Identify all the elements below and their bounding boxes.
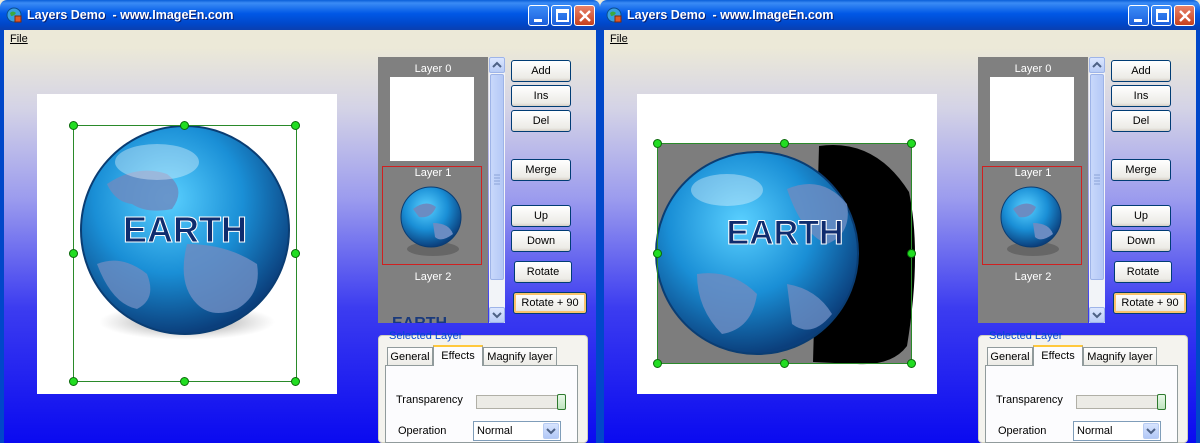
menu-file[interactable]: File bbox=[610, 33, 628, 45]
transparency-slider[interactable] bbox=[476, 395, 562, 409]
layer-selection-box[interactable] bbox=[73, 125, 297, 382]
up-button[interactable]: Up bbox=[511, 205, 571, 227]
operation-select[interactable]: Normal bbox=[1073, 421, 1161, 441]
rotate-90-button[interactable]: Rotate + 90 bbox=[1113, 292, 1187, 314]
resize-handle[interactable] bbox=[907, 139, 916, 148]
operation-select[interactable]: Normal bbox=[473, 421, 561, 441]
image-canvas[interactable]: EARTH bbox=[37, 94, 337, 394]
resize-handle[interactable] bbox=[780, 359, 789, 368]
layer-selection-box[interactable] bbox=[657, 143, 912, 364]
menu-bar: File bbox=[4, 30, 596, 48]
layer-label[interactable]: Layer 0 bbox=[978, 63, 1088, 75]
up-button[interactable]: Up bbox=[1111, 205, 1171, 227]
resize-handle[interactable] bbox=[653, 249, 662, 258]
scroll-thumb[interactable] bbox=[1090, 74, 1104, 280]
scroll-down-button[interactable] bbox=[489, 307, 505, 323]
resize-handle[interactable] bbox=[69, 121, 78, 130]
operation-label: Operation bbox=[398, 425, 447, 437]
resize-handle[interactable] bbox=[291, 121, 300, 130]
tab-magnify-layer[interactable]: Magnify layer bbox=[483, 347, 557, 365]
add-button[interactable]: Add bbox=[511, 60, 571, 82]
maximize-button[interactable] bbox=[551, 5, 572, 26]
ins-button[interactable]: Ins bbox=[511, 85, 571, 107]
resize-handle[interactable] bbox=[69, 377, 78, 386]
scroll-down-button[interactable] bbox=[1089, 307, 1105, 323]
layers-scrollbar[interactable] bbox=[489, 57, 505, 323]
menu-bar: File bbox=[604, 30, 1196, 48]
layer-1-thumbnail[interactable] bbox=[991, 179, 1075, 263]
transparency-label: Transparency bbox=[396, 394, 463, 406]
minimize-button[interactable] bbox=[1128, 5, 1149, 26]
selected-layer-title: Selected Layer bbox=[989, 330, 1063, 342]
selected-layer-title: Selected Layer bbox=[389, 330, 463, 342]
layer-label[interactable]: Layer 1 bbox=[978, 167, 1088, 179]
merge-button[interactable]: Merge bbox=[1111, 159, 1171, 181]
close-button[interactable] bbox=[574, 5, 595, 26]
resize-handle[interactable] bbox=[780, 139, 789, 148]
app-globe-icon bbox=[6, 7, 22, 23]
resize-handle[interactable] bbox=[653, 139, 662, 148]
del-button[interactable]: Del bbox=[1111, 110, 1171, 132]
window-title: Layers Demo - www.ImageEn.com bbox=[27, 8, 234, 22]
image-canvas[interactable]: EARTH bbox=[637, 94, 937, 394]
layer-label[interactable]: Layer 0 bbox=[378, 63, 488, 75]
maximize-button[interactable] bbox=[1151, 5, 1172, 26]
layer-1-thumbnail[interactable] bbox=[391, 179, 475, 263]
chevron-down-icon[interactable] bbox=[543, 423, 559, 439]
layers-list[interactable]: Layer 0 Layer 1 Layer 2 bbox=[978, 57, 1088, 323]
window-right: Layers Demo - www.ImageEn.com File EARTH bbox=[600, 0, 1200, 443]
layer-0-thumbnail[interactable] bbox=[990, 77, 1074, 161]
layers-scrollbar[interactable] bbox=[1089, 57, 1105, 323]
transparency-slider-thumb[interactable] bbox=[557, 394, 566, 410]
tab-effects[interactable]: Effects bbox=[1033, 345, 1083, 366]
scroll-thumb[interactable] bbox=[490, 74, 504, 280]
layer-label[interactable]: Layer 1 bbox=[378, 167, 488, 179]
down-button[interactable]: Down bbox=[511, 230, 571, 252]
down-button[interactable]: Down bbox=[1111, 230, 1171, 252]
layer-0-thumbnail[interactable] bbox=[390, 77, 474, 161]
ins-button[interactable]: Ins bbox=[1111, 85, 1171, 107]
transparency-label: Transparency bbox=[996, 394, 1063, 406]
layer-label[interactable]: Layer 2 bbox=[378, 271, 488, 283]
title-bar[interactable]: Layers Demo - www.ImageEn.com bbox=[600, 0, 1200, 30]
add-button[interactable]: Add bbox=[1111, 60, 1171, 82]
layer-2-thumbnail[interactable]: EARTH bbox=[390, 313, 474, 323]
app-globe-icon bbox=[606, 7, 622, 23]
rotate-90-button[interactable]: Rotate + 90 bbox=[513, 292, 587, 314]
rotate-button[interactable]: Rotate bbox=[1114, 261, 1172, 283]
resize-handle[interactable] bbox=[907, 249, 916, 258]
operation-label: Operation bbox=[998, 425, 1047, 437]
close-button[interactable] bbox=[1174, 5, 1195, 26]
tab-general[interactable]: General bbox=[387, 347, 433, 365]
resize-handle[interactable] bbox=[653, 359, 662, 368]
rotate-button[interactable]: Rotate bbox=[514, 261, 572, 283]
menu-file[interactable]: File bbox=[10, 33, 28, 45]
resize-handle[interactable] bbox=[180, 377, 189, 386]
scroll-up-button[interactable] bbox=[1089, 57, 1105, 73]
del-button[interactable]: Del bbox=[511, 110, 571, 132]
tab-magnify-layer[interactable]: Magnify layer bbox=[1083, 347, 1157, 365]
resize-handle[interactable] bbox=[69, 249, 78, 258]
window-left: Layers Demo - www.ImageEn.com File EARTH bbox=[0, 0, 600, 443]
layer-label[interactable]: Layer 2 bbox=[978, 271, 1088, 283]
resize-handle[interactable] bbox=[180, 121, 189, 130]
tab-general[interactable]: General bbox=[987, 347, 1033, 365]
scroll-up-button[interactable] bbox=[489, 57, 505, 73]
window-title: Layers Demo - www.ImageEn.com bbox=[627, 8, 834, 22]
resize-handle[interactable] bbox=[907, 359, 916, 368]
title-bar[interactable]: Layers Demo - www.ImageEn.com bbox=[0, 0, 600, 30]
transparency-slider-thumb[interactable] bbox=[1157, 394, 1166, 410]
transparency-slider[interactable] bbox=[1076, 395, 1162, 409]
chevron-down-icon[interactable] bbox=[1143, 423, 1159, 439]
resize-handle[interactable] bbox=[291, 249, 300, 258]
resize-handle[interactable] bbox=[291, 377, 300, 386]
merge-button[interactable]: Merge bbox=[511, 159, 571, 181]
layers-list[interactable]: Layer 0 Layer 1 Layer 2 EARTH bbox=[378, 57, 488, 323]
minimize-button[interactable] bbox=[528, 5, 549, 26]
tab-effects[interactable]: Effects bbox=[433, 345, 483, 366]
